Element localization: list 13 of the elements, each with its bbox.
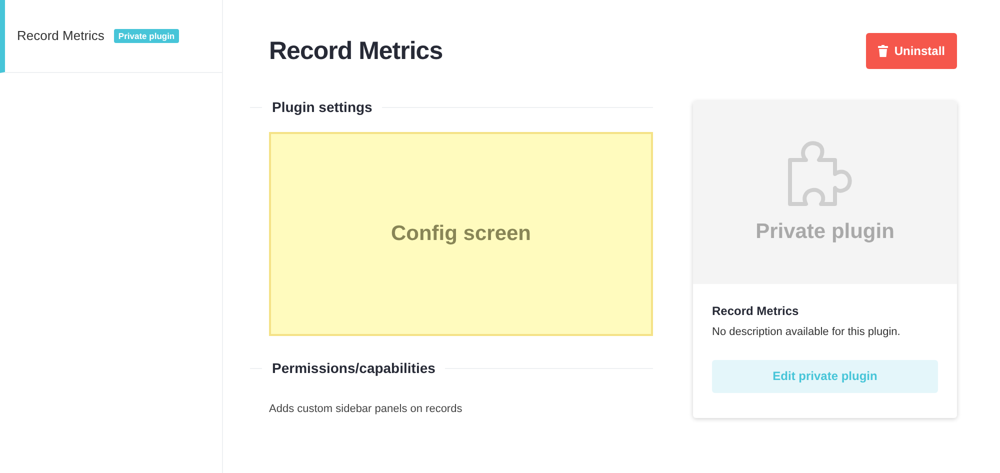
plugin-description: No description available for this plugin.	[712, 325, 902, 340]
edit-plugin-button[interactable]: Edit private plugin	[712, 360, 938, 392]
uninstall-button[interactable]: Uninstall	[866, 33, 957, 69]
plugin-name: Record Metrics	[712, 303, 800, 320]
page-title: Record Metrics	[269, 36, 443, 66]
trash-icon	[878, 45, 888, 57]
section-title: Permissions/capabilities	[272, 359, 436, 378]
private-badge: Private plugin	[114, 28, 179, 44]
sidebar-item[interactable]: Record Metrics Private plugin	[0, 0, 222, 73]
preview-label: Private plugin	[756, 218, 894, 245]
config-screen-label: Config screen	[390, 221, 532, 248]
section-title: Plugin settings	[272, 98, 372, 117]
capability-text: Adds custom sidebar panels on records	[269, 402, 464, 417]
